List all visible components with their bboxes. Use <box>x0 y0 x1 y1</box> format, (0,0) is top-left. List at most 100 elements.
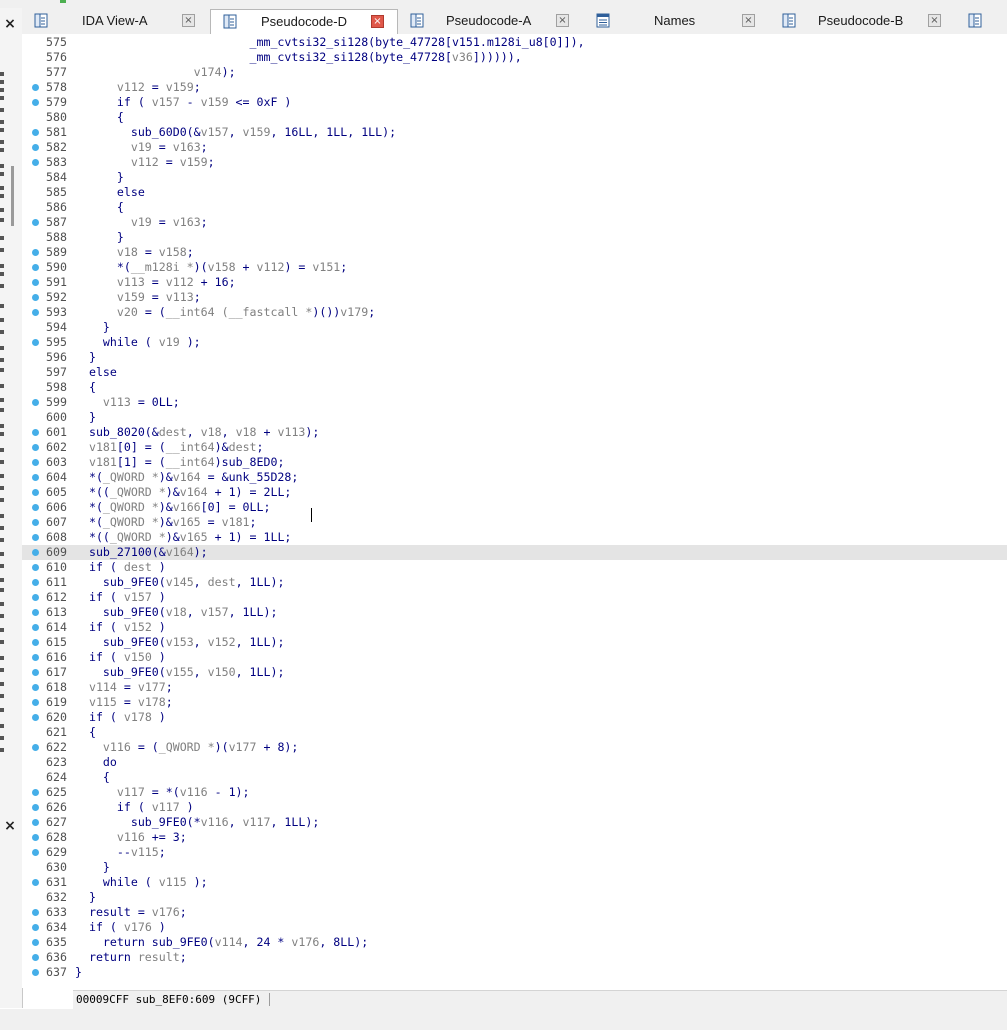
code-line[interactable]: 590 *(__m128i *)(v158 + v112) = v151; <box>22 260 1007 275</box>
code-line[interactable]: 616 if ( v150 ) <box>22 650 1007 665</box>
pseudocode-view[interactable]: 575 _mm_cvtsi32_si128(byte_47728[v151.m1… <box>22 34 1007 988</box>
code-line[interactable]: 615 sub_9FE0(v153, v152, 1LL); <box>22 635 1007 650</box>
code-line[interactable]: 603 v181[1] = (__int64)sub_8ED0; <box>22 455 1007 470</box>
breakpoint-dot-icon[interactable] <box>32 834 39 841</box>
code-line[interactable]: 620 if ( v178 ) <box>22 710 1007 725</box>
code-line[interactable]: 581 sub_60D0(&v157, v159, 16LL, 1LL, 1LL… <box>22 125 1007 140</box>
breakpoint-dot-icon[interactable] <box>32 564 39 571</box>
breakpoint-dot-icon[interactable] <box>32 309 39 316</box>
breakpoint-dot-icon[interactable] <box>32 339 39 346</box>
code-line[interactable]: 636 return result; <box>22 950 1007 965</box>
code-line[interactable]: 598 { <box>22 380 1007 395</box>
breakpoint-dot-icon[interactable] <box>32 804 39 811</box>
code-line[interactable]: 600 } <box>22 410 1007 425</box>
code-line[interactable]: 613 sub_9FE0(v18, v157, 1LL); <box>22 605 1007 620</box>
breakpoint-dot-icon[interactable] <box>32 159 39 166</box>
breakpoint-dot-icon[interactable] <box>32 294 39 301</box>
code-line[interactable]: 608 *((_QWORD *)&v165 + 1) = 1LL; <box>22 530 1007 545</box>
breakpoint-dot-icon[interactable] <box>32 789 39 796</box>
breakpoint-dot-icon[interactable] <box>32 534 39 541</box>
code-line[interactable]: 601 sub_8020(&dest, v18, v18 + v113); <box>22 425 1007 440</box>
code-line[interactable]: 583 v112 = v159; <box>22 155 1007 170</box>
breakpoint-dot-icon[interactable] <box>32 879 39 886</box>
code-line[interactable]: 621 { <box>22 725 1007 740</box>
breakpoint-dot-icon[interactable] <box>32 684 39 691</box>
breakpoint-dot-icon[interactable] <box>32 594 39 601</box>
code-line[interactable]: 586 { <box>22 200 1007 215</box>
code-line[interactable]: 611 sub_9FE0(v145, dest, 1LL); <box>22 575 1007 590</box>
code-line[interactable]: 595 while ( v19 ); <box>22 335 1007 350</box>
code-line[interactable]: 578 v112 = v159; <box>22 80 1007 95</box>
breakpoint-dot-icon[interactable] <box>32 99 39 106</box>
breakpoint-dot-icon[interactable] <box>32 279 39 286</box>
breakpoint-dot-icon[interactable] <box>32 474 39 481</box>
code-line[interactable]: 623 do <box>22 755 1007 770</box>
code-line[interactable]: 596 } <box>22 350 1007 365</box>
code-line[interactable]: 577 v174); <box>22 65 1007 80</box>
code-line[interactable]: 637} <box>22 965 1007 980</box>
breakpoint-dot-icon[interactable] <box>32 939 39 946</box>
code-line[interactable]: 626 if ( v117 ) <box>22 800 1007 815</box>
code-line[interactable]: 589 v18 = v158; <box>22 245 1007 260</box>
code-line[interactable]: 614 if ( v152 ) <box>22 620 1007 635</box>
code-line[interactable]: 579 if ( v157 - v159 <= 0xF ) <box>22 95 1007 110</box>
code-line[interactable]: 625 v117 = *(v116 - 1); <box>22 785 1007 800</box>
code-line[interactable]: 628 v116 += 3; <box>22 830 1007 845</box>
breakpoint-dot-icon[interactable] <box>32 909 39 916</box>
code-line[interactable]: 630 } <box>22 860 1007 875</box>
left-panel-close-button[interactable]: × <box>0 11 20 37</box>
code-line[interactable]: 634 if ( v176 ) <box>22 920 1007 935</box>
breakpoint-dot-icon[interactable] <box>32 714 39 721</box>
code-line[interactable]: 631 while ( v115 ); <box>22 875 1007 890</box>
breakpoint-dot-icon[interactable] <box>32 489 39 496</box>
code-line[interactable]: 624 { <box>22 770 1007 785</box>
tab-pseudocode-b[interactable]: Pseudocode-B × <box>770 9 956 33</box>
code-line[interactable]: 635 return sub_9FE0(v114, 24 * v176, 8LL… <box>22 935 1007 950</box>
breakpoint-dot-icon[interactable] <box>32 579 39 586</box>
code-line[interactable]: 602 v181[0] = (__int64)&dest; <box>22 440 1007 455</box>
breakpoint-dot-icon[interactable] <box>32 669 39 676</box>
tab-close-icon[interactable]: × <box>182 14 195 27</box>
code-line[interactable]: 576 _mm_cvtsi32_si128(byte_47728[v36])))… <box>22 50 1007 65</box>
breakpoint-dot-icon[interactable] <box>32 639 39 646</box>
breakpoint-dot-icon[interactable] <box>32 444 39 451</box>
tab-names[interactable]: Names × <box>584 9 770 33</box>
tab-close-icon[interactable]: × <box>742 14 755 27</box>
code-line[interactable]: 629 --v115; <box>22 845 1007 860</box>
code-line[interactable]: 606 *(_QWORD *)&v166[0] = 0LL; <box>22 500 1007 515</box>
code-line[interactable]: 592 v159 = v113; <box>22 290 1007 305</box>
code-line[interactable]: 610 if ( dest ) <box>22 560 1007 575</box>
breakpoint-dot-icon[interactable] <box>32 144 39 151</box>
code-line[interactable]: 593 v20 = (__int64 (__fastcall *)())v179… <box>22 305 1007 320</box>
code-line[interactable]: 575 _mm_cvtsi32_si128(byte_47728[v151.m1… <box>22 35 1007 50</box>
breakpoint-dot-icon[interactable] <box>32 819 39 826</box>
breakpoint-dot-icon[interactable] <box>32 699 39 706</box>
code-line[interactable]: 612 if ( v157 ) <box>22 590 1007 605</box>
code-line[interactable]: 591 v113 = v112 + 16; <box>22 275 1007 290</box>
breakpoint-dot-icon[interactable] <box>32 129 39 136</box>
code-line[interactable]: 604 *(_QWORD *)&v164 = &unk_55D28; <box>22 470 1007 485</box>
breakpoint-dot-icon[interactable] <box>32 429 39 436</box>
breakpoint-dot-icon[interactable] <box>32 744 39 751</box>
breakpoint-dot-icon[interactable] <box>32 459 39 466</box>
code-line[interactable]: 582 v19 = v163; <box>22 140 1007 155</box>
code-line[interactable]: 609 sub_27100(&v164); <box>22 545 1007 560</box>
breakpoint-dot-icon[interactable] <box>32 219 39 226</box>
code-line[interactable]: 633 result = v176; <box>22 905 1007 920</box>
breakpoint-dot-icon[interactable] <box>32 549 39 556</box>
tab-close-icon[interactable]: × <box>371 15 384 28</box>
code-line[interactable]: 584 } <box>22 170 1007 185</box>
left-panel-close-button-lower[interactable]: × <box>0 813 20 839</box>
breakpoint-dot-icon[interactable] <box>32 624 39 631</box>
breakpoint-dot-icon[interactable] <box>32 924 39 931</box>
breakpoint-dot-icon[interactable] <box>32 969 39 976</box>
code-line[interactable]: 594 } <box>22 320 1007 335</box>
breakpoint-dot-icon[interactable] <box>32 504 39 511</box>
tab-close-icon[interactable]: × <box>928 14 941 27</box>
tab-close-icon[interactable]: × <box>556 14 569 27</box>
code-line[interactable]: 597 else <box>22 365 1007 380</box>
code-line[interactable]: 587 v19 = v163; <box>22 215 1007 230</box>
breakpoint-dot-icon[interactable] <box>32 399 39 406</box>
code-line[interactable]: 580 { <box>22 110 1007 125</box>
code-line[interactable]: 627 sub_9FE0(*v116, v117, 1LL); <box>22 815 1007 830</box>
